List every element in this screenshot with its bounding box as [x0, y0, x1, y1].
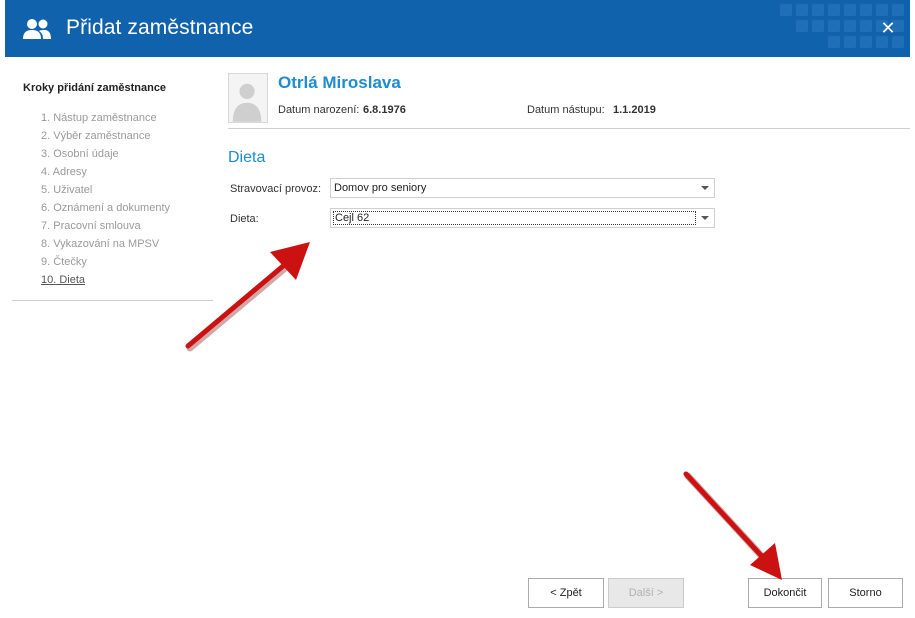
step-item[interactable]: 7. Pracovní smlouva — [41, 219, 170, 237]
step-item[interactable]: 1. Nástup zaměstnance — [41, 111, 170, 129]
cancel-button[interactable]: Storno — [828, 578, 903, 608]
diet-select-value: Cejl 62 — [333, 211, 696, 225]
chevron-down-icon[interactable] — [698, 209, 712, 227]
steps-heading: Kroky přidání zaměstnance — [23, 82, 167, 94]
back-button[interactable]: < Zpět — [528, 578, 604, 608]
provider-label: Stravovací provoz: — [230, 183, 322, 195]
title-bar-pattern — [780, 4, 904, 48]
person-silhouette-icon — [232, 83, 262, 122]
provider-select-value: Domov pro seniory — [334, 182, 427, 194]
diet-select[interactable]: Cejl 62 — [330, 208, 715, 228]
annotation-arrow-finish — [683, 471, 782, 580]
section-title: Dieta — [228, 149, 266, 166]
start-date-label: Datum nástupu: — [527, 104, 605, 116]
step-item[interactable]: 9. Čtečky — [41, 255, 170, 273]
steps-divider — [12, 300, 213, 301]
step-item[interactable]: 3. Osobní údaje — [41, 147, 170, 165]
title-bar: Přidat zaměstnance ✕ — [5, 0, 910, 57]
steps-list: 1. Nástup zaměstnance 2. Výběr zaměstnan… — [41, 111, 170, 291]
step-item-current[interactable]: 10. Dieta — [41, 273, 170, 291]
birth-date-label: Datum narození: — [278, 104, 360, 116]
window-title: Přidat zaměstnance — [66, 16, 254, 39]
annotation-arrow-diet — [185, 242, 310, 352]
users-icon — [23, 19, 51, 39]
step-item[interactable]: 2. Výběr zaměstnance — [41, 129, 170, 147]
step-item[interactable]: 8. Vykazování na MPSV — [41, 237, 170, 255]
next-button[interactable]: Další > — [608, 578, 684, 608]
step-item[interactable]: 6. Oznámení a dokumenty — [41, 201, 170, 219]
avatar — [228, 73, 268, 123]
start-date-value: 1.1.2019 — [613, 104, 656, 116]
finish-button[interactable]: Dokončit — [748, 578, 822, 608]
step-item[interactable]: 5. Uživatel — [41, 183, 170, 201]
employee-name: Otrlá Miroslava — [278, 73, 401, 92]
header-divider — [228, 128, 910, 129]
provider-select[interactable]: Domov pro seniory — [330, 178, 715, 198]
close-button[interactable]: ✕ — [878, 17, 898, 39]
diet-label: Dieta: — [230, 213, 259, 225]
step-item[interactable]: 4. Adresy — [41, 165, 170, 183]
birth-date-value: 6.8.1976 — [363, 104, 406, 116]
chevron-down-icon[interactable] — [698, 179, 712, 197]
